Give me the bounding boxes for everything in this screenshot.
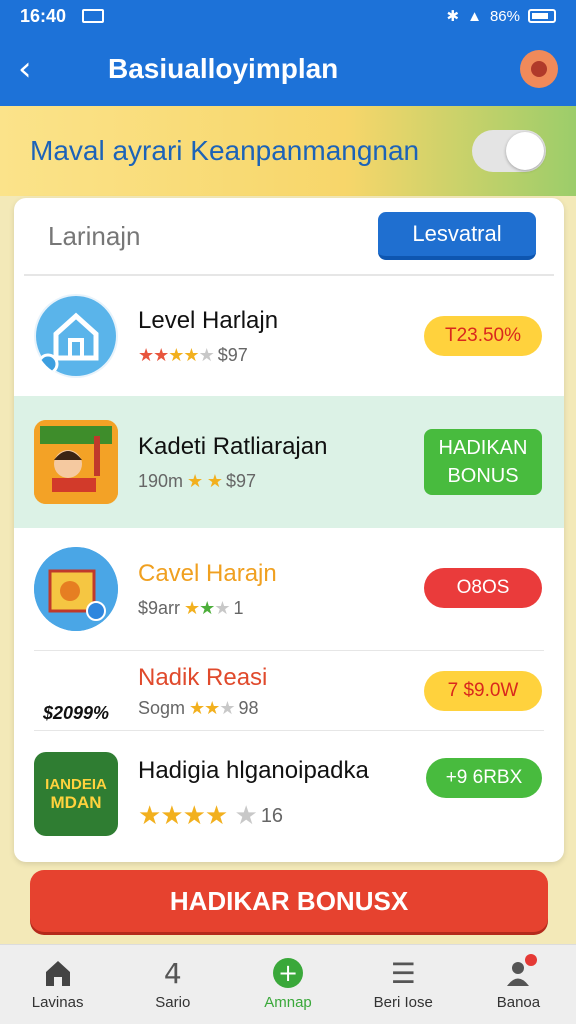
rewards-card: Larinajn Lesvatral Level Harlajn ★★★★★ $… — [14, 198, 564, 862]
nav-label: Sario — [155, 994, 191, 1011]
profile-icon — [531, 61, 547, 77]
toggle-knob — [506, 132, 544, 170]
item-name: Level Harlajn — [138, 306, 279, 334]
item-meta: 190m ★ ★ $97 — [138, 471, 327, 492]
nav-label: Banoa — [496, 994, 541, 1011]
item-count: 98 — [238, 697, 259, 718]
add-circle-icon: + — [273, 958, 303, 988]
nav-amnap[interactable]: + Amnap — [230, 945, 345, 1024]
app-bar: ‹ Basiualloyimplan — [0, 32, 576, 106]
list-item[interactable]: Level Harlajn ★★★★★ $97 T23.50% — [14, 278, 564, 394]
bluetooth-icon: ✱ — [446, 8, 460, 25]
character-icon — [34, 420, 118, 504]
banner: Maval ayrari Keanpanmangnan — [0, 106, 576, 196]
list-item[interactable]: Cavel Harajn $9arr ★★★ 1 O8OS — [14, 530, 564, 648]
banner-title: Maval ayrari Keanpanmangnan — [30, 135, 420, 166]
list-item[interactable]: Kadeti Ratliarajan 190m ★ ★ $97 HADIKAN B… — [14, 396, 564, 528]
nav-label: Amnap — [264, 994, 312, 1011]
item-meta: ★★★★ ★ 16 — [138, 801, 369, 831]
status-time: 16:40 — [20, 5, 67, 26]
item-meta-prefix: $9arr — [138, 597, 181, 618]
item-name: Hadigia hlganoipadka — [138, 757, 369, 784]
rating-stars: ★ ★ — [187, 470, 223, 492]
house-icon — [34, 294, 118, 378]
bonus-line1: HADIKAN — [438, 437, 528, 459]
cover-line2: MDAN — [50, 792, 102, 812]
mail-icon — [82, 9, 105, 23]
game-cover-icon: IANDEIA MDAN — [34, 752, 118, 836]
item-pill[interactable]: O8OS — [424, 568, 542, 608]
page-title: Basiualloyimplan — [108, 53, 339, 84]
divider — [34, 650, 544, 651]
claim-bonus-button[interactable]: HADIKAR BONUSX — [30, 870, 548, 932]
avatar[interactable] — [520, 50, 558, 88]
item-count: 16 — [260, 804, 284, 827]
item-meta-prefix: 190m — [138, 470, 184, 491]
gift-box-icon — [34, 547, 118, 631]
nav-label: Beri Iose — [373, 994, 433, 1011]
tab-inactive[interactable]: Larinajn — [48, 221, 141, 252]
rating-stars: ★★★★ ★ — [138, 801, 258, 831]
item-meta: ★★★★★ $97 — [138, 345, 278, 366]
profile-icon — [503, 954, 538, 988]
item-count: 1 — [233, 597, 244, 618]
list-item[interactable]: $2099% Nadik Reasi Sogm ★★★ 98 7 $9.0W — [14, 652, 564, 730]
item-name: Nadik Reasi — [138, 663, 268, 691]
sale-tag-text: $2099% — [42, 703, 110, 723]
signal-icon: ▲ — [467, 7, 482, 25]
item-meta: Sogm ★★★ 98 — [138, 698, 267, 719]
bonus-button[interactable]: HADIKAN BONUS — [424, 429, 542, 495]
item-pill[interactable]: T23.50% — [424, 316, 542, 356]
item-pill[interactable]: 7 $9.0W — [424, 671, 542, 711]
status-bar: 16:40 ✱ ▲ 86% — [0, 0, 576, 32]
item-price: $97 — [226, 470, 257, 491]
rating-stars: ★★★★★ — [138, 344, 215, 366]
item-meta-prefix: Sogm — [138, 697, 186, 718]
item-price: $97 — [217, 344, 248, 365]
four-icon: 4 — [163, 956, 182, 990]
item-pill[interactable]: +9 6RBX — [426, 758, 542, 798]
tab-active[interactable]: Lesvatral — [378, 212, 536, 260]
bonus-line2: BONUS — [447, 465, 519, 487]
item-name: Cavel Harajn — [138, 559, 277, 587]
cover-line1: IANDEIA — [45, 775, 107, 793]
notification-dot — [525, 954, 538, 966]
back-button[interactable]: ‹ — [18, 49, 58, 89]
battery-icon — [528, 9, 556, 23]
bottom-nav: Lavinas 4 Sario + Amnap ☰ Beri Iose Bano… — [0, 944, 576, 1024]
tab-row: Larinajn Lesvatral — [24, 198, 554, 276]
divider — [34, 730, 544, 731]
feature-toggle[interactable] — [472, 130, 546, 172]
nav-home[interactable]: Lavinas — [0, 945, 115, 1024]
rating-stars: ★★★ — [189, 697, 235, 719]
nav-beri-iose[interactable]: ☰ Beri Iose — [346, 945, 461, 1024]
nav-banoa[interactable]: Banoa — [461, 945, 576, 1024]
home-icon — [43, 958, 73, 988]
sale-tag-icon: $2099% — [34, 658, 118, 724]
status-indicators: ✱ ▲ 86% — [447, 7, 556, 25]
rating-stars: ★★★ — [184, 597, 230, 619]
item-meta: $9arr ★★★ 1 — [138, 598, 277, 619]
list-item[interactable]: IANDEIA MDAN Hadigia hlganoipadka ★★★★ ★… — [14, 738, 564, 850]
list-box-icon: ☰ — [390, 956, 416, 990]
nav-sario[interactable]: 4 Sario — [115, 945, 230, 1024]
battery-percent: 86% — [489, 7, 520, 25]
nav-label: Lavinas — [31, 994, 84, 1011]
item-name: Kadeti Ratliarajan — [138, 432, 328, 460]
